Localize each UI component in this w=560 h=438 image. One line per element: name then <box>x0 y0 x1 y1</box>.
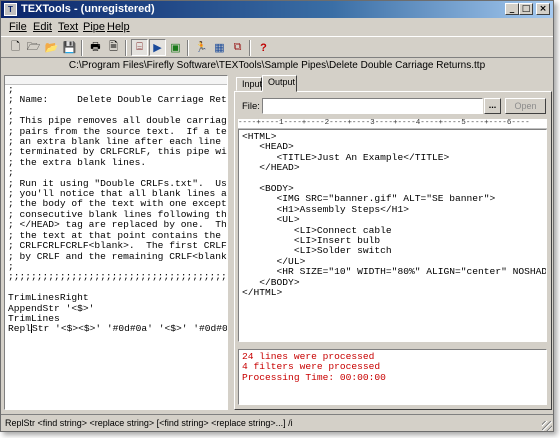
menu-help[interactable]: Help <box>107 21 130 33</box>
save-icon: 💾 <box>62 42 77 54</box>
menu-edit-label: Edit <box>33 21 52 33</box>
menu-help-label: Help <box>107 21 130 33</box>
grid-icon: ▦ <box>214 42 225 54</box>
log-line: Processing Time: 00:00:00 <box>242 371 386 383</box>
toolbar-separator <box>81 40 83 56</box>
pipe-script-line: ; by CRLF and the remaining CRLF<blank> … <box>8 250 228 262</box>
pipe-script-line: ; CRLFCRLFCRLF<blank>. The first CRLFCRL… <box>8 240 228 252</box>
output-line: </HTML> <box>242 287 283 299</box>
status-bar: ReplStr <find string> <replace string> [… <box>1 414 553 432</box>
tab-output[interactable]: Output <box>262 75 297 92</box>
browse-button[interactable]: ... <box>484 98 501 114</box>
grid-button[interactable]: ▦ <box>211 39 228 56</box>
open-button[interactable]: Open <box>505 98 546 114</box>
pipe-path: C:\Program Files\Firefly Software\TEXToo… <box>68 60 486 71</box>
pipe-script-text[interactable]: ;; Name: Delete Double Carriage Returns;… <box>5 84 228 335</box>
toolbar-separator <box>187 40 189 56</box>
print-preview-icon: 🗎 <box>109 41 118 53</box>
menu-file-label: File <box>9 21 27 33</box>
pipe-editor-icon: ⌸ <box>136 41 143 53</box>
maximize-icon: □ <box>521 4 531 14</box>
resize-grip-icon[interactable] <box>542 421 552 431</box>
print-icon: 🖶 <box>90 41 101 53</box>
editor-ruler <box>5 76 227 85</box>
file-label: File: <box>242 101 260 112</box>
window-title: TEXTools - (unregistered) <box>21 3 155 15</box>
pipe-script-line: ;;;;;;;;;;;;;;;;;;;;;;;;;;;;;;;;;;;;;;;;… <box>8 271 227 283</box>
title-bar[interactable]: T TEXTools - (unregistered) _ □ × <box>1 1 553 18</box>
pipe-script-line: TrimLinesRight <box>8 292 89 304</box>
menu-text-label: Text <box>58 21 79 33</box>
menu-text[interactable]: Text <box>58 21 78 33</box>
filter-icon: ⧉ <box>233 41 242 53</box>
app-window: T TEXTools - (unregistered) _ □ × File E… <box>0 0 554 432</box>
save-button[interactable]: 💾 <box>61 39 78 56</box>
maximize-button[interactable]: □ <box>519 3 533 15</box>
output-text: <HTML> <HEAD> <TITLE>Just An Example</TI… <box>239 130 546 299</box>
text-caret <box>31 324 33 334</box>
pipe-script-line: ; Name: Delete Double Carriage Returns <box>8 94 228 106</box>
filter-button[interactable]: ⧉ <box>229 39 246 56</box>
close-icon: × <box>539 4 547 14</box>
print-preview-button[interactable]: 🗎 <box>105 39 122 56</box>
pane-splitter[interactable] <box>229 75 233 410</box>
toolbar-separator <box>125 40 127 56</box>
open-folder-icon: 📂 <box>44 42 59 54</box>
open-button[interactable]: 🗁 <box>25 39 42 56</box>
close-button[interactable]: × <box>536 3 550 15</box>
output-view-button[interactable]: ▣ <box>167 39 184 56</box>
output-line: </BODY> <box>242 276 300 288</box>
menu-file[interactable]: File <box>9 21 27 33</box>
toolbar: 🗋 🗁 📂 💾 🖶 🗎 ⌸ ▶ ▣ 🏃 ▦ ⧉ ? <box>1 36 553 58</box>
pipe-script-editor[interactable]: ;; Name: Delete Double Carriage Returns;… <box>4 75 228 410</box>
output-ruler: ----+----1----+----2----+----3----+----4… <box>238 119 547 129</box>
tab-input[interactable]: Input <box>236 77 262 91</box>
toolbar-separator <box>249 40 251 56</box>
minimize-button[interactable]: _ <box>505 3 519 15</box>
menu-bar: File Edit Text Pipe Help <box>1 19 553 35</box>
processing-log-text: 24 lines were processed 4 filters were pr… <box>239 350 546 383</box>
output-view-icon: ▣ <box>170 42 181 54</box>
print-button[interactable]: 🖶 <box>87 39 104 56</box>
pipe-script-line: ReplStr '<$><$>' '#0d#0a' '<$>' '#0d#0a' <box>8 323 228 335</box>
open-icon: 🗁 <box>26 41 41 53</box>
io-pane: Input Output File: ... Open ----+----1--… <box>234 75 552 410</box>
help-icon: ? <box>260 41 267 54</box>
pipe-path-bar: C:\Program Files\Firefly Software\TEXToo… <box>1 59 553 74</box>
minimize-icon: _ <box>509 4 515 14</box>
output-tab-panel: File: ... Open ----+----1----+----2----+… <box>234 91 552 410</box>
file-input[interactable] <box>262 98 483 114</box>
new-icon: 🗋 <box>11 41 20 53</box>
run-pipe-icon: ▶ <box>153 42 162 54</box>
menu-pipe[interactable]: Pipe <box>83 21 105 33</box>
processing-log: 24 lines were processed 4 filters were pr… <box>238 349 547 405</box>
status-text: ReplStr <find string> <replace string> [… <box>5 418 293 428</box>
help-button[interactable]: ? <box>255 39 272 56</box>
menu-pipe-label: Pipe <box>83 21 106 33</box>
runner-button[interactable]: 🏃 <box>193 39 210 56</box>
output-text-area[interactable]: <HTML> <HEAD> <TITLE>Just An Example</TI… <box>238 129 547 342</box>
open-folder-button[interactable]: 📂 <box>43 39 60 56</box>
run-pipe-button[interactable]: ▶ <box>149 39 166 56</box>
output-line: </HEAD> <box>242 162 300 174</box>
menu-edit[interactable]: Edit <box>33 21 52 33</box>
runner-icon: 🏃 <box>195 42 208 53</box>
new-button[interactable]: 🗋 <box>7 39 24 56</box>
texttools-app-icon[interactable]: T <box>4 3 17 16</box>
pipe-script-line: ; the extra blank lines. <box>8 156 147 168</box>
pipe-editor-button[interactable]: ⌸ <box>131 39 148 56</box>
